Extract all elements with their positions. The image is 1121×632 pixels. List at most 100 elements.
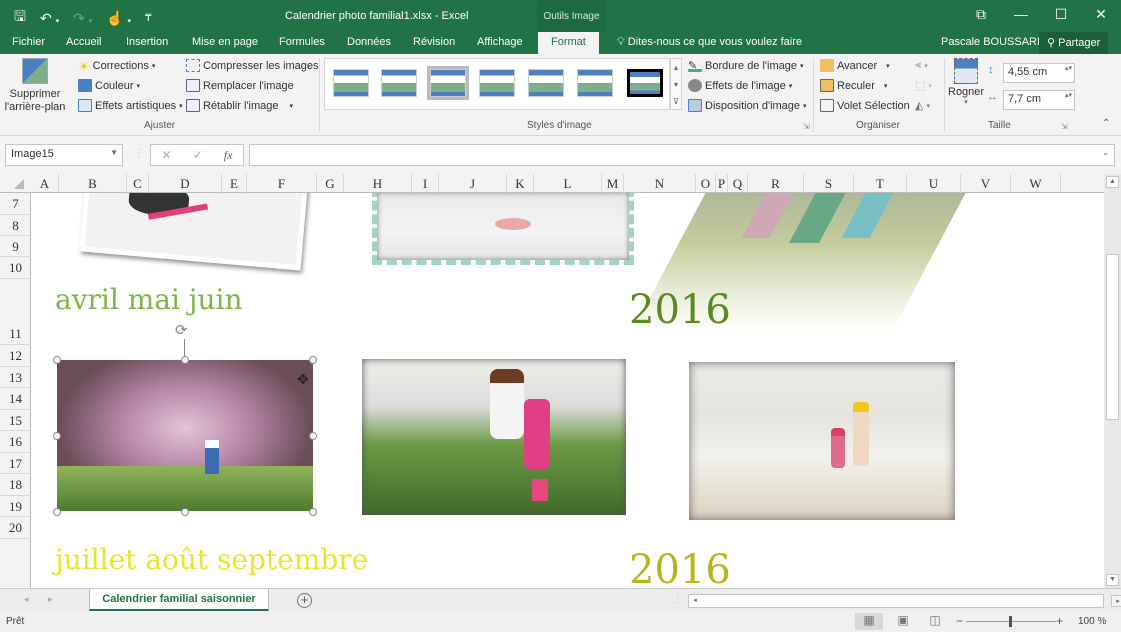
send-backward-button[interactable]: Reculer ▾: [820, 79, 887, 92]
worksheet-area[interactable]: avril mai juin 2016 ⟳ ✥ juillet août sep…: [31, 193, 1102, 588]
column-header-f[interactable]: F: [247, 174, 317, 193]
column-header-k[interactable]: K: [507, 174, 534, 193]
scroll-right-icon[interactable]: ▸: [1111, 595, 1121, 607]
scroll-down-icon[interactable]: ▼: [1106, 574, 1119, 586]
column-header-d[interactable]: D: [149, 174, 222, 193]
undo-icon[interactable]: ↶ ▾: [40, 10, 59, 27]
garden-photo[interactable]: [362, 359, 626, 515]
column-header-t[interactable]: T: [854, 174, 907, 193]
column-header-v[interactable]: V: [961, 174, 1011, 193]
column-header-u[interactable]: U: [907, 174, 961, 193]
tab-fichier[interactable]: Fichier: [12, 36, 45, 48]
column-header-i[interactable]: I: [412, 174, 439, 193]
row-header-19[interactable]: 19: [0, 496, 31, 517]
group-button[interactable]: ⬚ ▾: [915, 79, 932, 92]
picture-layout-button[interactable]: Disposition d'image ▾: [688, 99, 807, 112]
page-break-view-icon[interactable]: ◫: [921, 613, 949, 630]
column-header-w[interactable]: W: [1011, 174, 1061, 193]
column-header-r[interactable]: R: [748, 174, 804, 193]
picture-effects-button[interactable]: Effets de l'image ▾: [688, 79, 792, 92]
resize-handle-bottom-left[interactable]: [53, 508, 61, 516]
formula-bar-grip[interactable]: ⋮: [134, 148, 144, 159]
crop-button[interactable]: Rogner ▾: [948, 58, 984, 106]
select-all-button[interactable]: [14, 179, 24, 189]
resize-handle-top-right[interactable]: [309, 356, 317, 364]
tab-format[interactable]: Format: [538, 32, 599, 54]
resize-handle-left[interactable]: [53, 432, 61, 440]
bring-forward-button[interactable]: Avancer ▾: [820, 59, 890, 72]
save-icon[interactable]: 🖫: [14, 6, 26, 30]
row-header-13[interactable]: 13: [0, 367, 31, 388]
column-header-a[interactable]: A: [31, 174, 59, 193]
column-header-n[interactable]: N: [624, 174, 696, 193]
remove-background-button[interactable]: Supprimer l'arrière-plan: [4, 58, 66, 114]
cancel-icon[interactable]: ✕: [162, 148, 172, 162]
change-picture-button[interactable]: Remplacer l'image: [186, 79, 294, 92]
share-button[interactable]: ⚲ Partager: [1039, 32, 1109, 54]
baby-photo[interactable]: [372, 193, 634, 265]
rotate-handle-icon[interactable]: ⟳: [175, 321, 188, 339]
corrections-button[interactable]: ☀ Corrections ▾: [78, 59, 155, 74]
column-header-m[interactable]: M: [602, 174, 624, 193]
row-header-7[interactable]: 7: [0, 193, 31, 215]
column-header-l[interactable]: L: [534, 174, 602, 193]
column-header-q[interactable]: Q: [728, 174, 748, 193]
ribbon-display-options-button[interactable]: ⧉: [961, 0, 1001, 28]
height-input[interactable]: 4,55 cm: [1003, 63, 1075, 83]
zoom-out-icon[interactable]: −: [956, 614, 963, 628]
picture-border-button[interactable]: ✎ Bordure de l'image ▾: [688, 59, 804, 72]
user-name[interactable]: Pascale BOUSSARD: [941, 36, 1045, 48]
sheet-tab-calendrier[interactable]: Calendrier familial saisonnier: [89, 589, 269, 611]
collapse-ribbon-icon[interactable]: ⌃: [1102, 118, 1110, 129]
name-box[interactable]: Image15 ▼: [5, 144, 123, 166]
resize-handle-top[interactable]: [181, 356, 189, 364]
vertical-scrollbar[interactable]: ▲ ▼: [1104, 174, 1121, 588]
column-header-g[interactable]: G: [317, 174, 344, 193]
zoom-slider-thumb[interactable]: [1009, 616, 1012, 627]
tab-insertion[interactable]: Insertion: [126, 36, 168, 48]
picture-style-1[interactable]: [333, 69, 369, 97]
insert-function-icon[interactable]: fx: [224, 148, 233, 163]
column-header-o[interactable]: O: [696, 174, 716, 193]
sledding-photo[interactable]: [79, 193, 309, 271]
maximize-button[interactable]: ☐: [1041, 0, 1081, 28]
picture-style-6[interactable]: [577, 69, 613, 97]
customize-qat-icon[interactable]: ₸: [145, 13, 151, 24]
vertical-scroll-thumb[interactable]: [1106, 254, 1119, 420]
picture-style-5[interactable]: [528, 69, 564, 97]
page-layout-view-icon[interactable]: ▣: [889, 613, 917, 630]
row-header-12[interactable]: 12: [0, 345, 31, 367]
tab-mise-en-page[interactable]: Mise en page: [192, 36, 258, 48]
styles-dialog-launcher-icon[interactable]: ⇲: [803, 122, 810, 131]
horizontal-scrollbar[interactable]: ◂ ▸: [688, 594, 1121, 608]
row-header-16[interactable]: 16: [0, 431, 31, 453]
expand-formula-bar-icon[interactable]: ⌄: [1102, 148, 1109, 157]
close-button[interactable]: ✕: [1081, 0, 1121, 28]
add-sheet-icon[interactable]: +: [297, 593, 312, 608]
gallery-more-icon[interactable]: ⊽: [671, 93, 681, 110]
gallery-scroll[interactable]: ▴ ▾ ⊽: [670, 58, 682, 110]
tab-formules[interactable]: Formules: [279, 36, 325, 48]
row-header-9[interactable]: 9: [0, 236, 31, 257]
reset-picture-button[interactable]: Rétablir l'image ▾: [186, 99, 293, 112]
prev-sheet-icon[interactable]: ◂: [24, 594, 29, 605]
tab-split-grip[interactable]: ⋮: [673, 594, 683, 605]
scroll-left-icon[interactable]: ◂: [689, 595, 701, 607]
tab-donnees[interactable]: Données: [347, 36, 391, 48]
gallery-up-icon[interactable]: ▴: [671, 59, 681, 76]
zoom-in-icon[interactable]: +: [1056, 614, 1063, 628]
size-dialog-launcher-icon[interactable]: ⇲: [1061, 122, 1068, 131]
row-header-8[interactable]: 8: [0, 215, 31, 236]
gallery-down-icon[interactable]: ▾: [671, 76, 681, 93]
resize-handle-right[interactable]: [309, 432, 317, 440]
rotate-button[interactable]: ◭ ▾: [915, 99, 930, 112]
next-sheet-icon[interactable]: ▸: [48, 594, 53, 605]
touch-mode-icon[interactable]: ☝ ▾: [106, 10, 131, 27]
row-header-20[interactable]: 20: [0, 517, 31, 539]
align-button[interactable]: ⫷ ▾: [915, 59, 928, 72]
column-header-e[interactable]: E: [222, 174, 247, 193]
formula-input[interactable]: ⌄: [249, 144, 1115, 166]
tell-me-search[interactable]: 💡︎ Dites-nous ce que vous voulez faire: [617, 36, 802, 49]
tab-revision[interactable]: Révision: [413, 36, 455, 48]
picture-style-4[interactable]: [479, 69, 515, 97]
